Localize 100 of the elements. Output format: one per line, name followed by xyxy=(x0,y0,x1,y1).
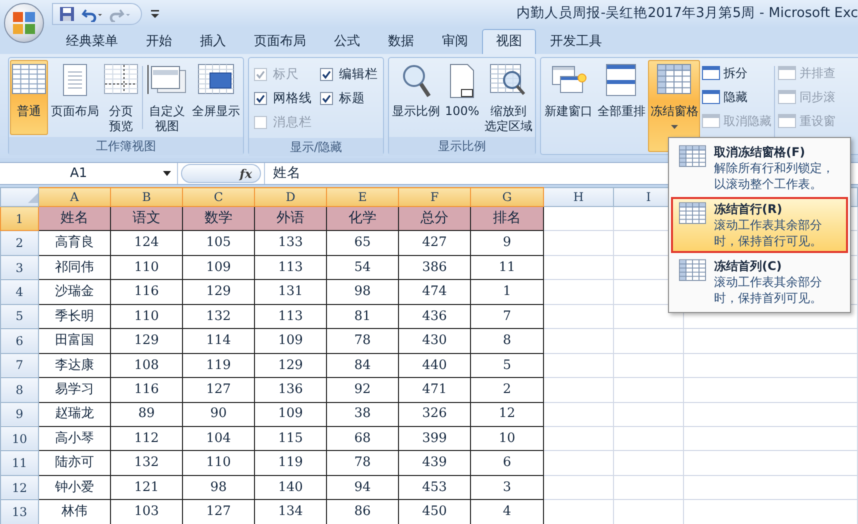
checkbox[interactable]: 标题 xyxy=(320,86,378,110)
pane-icon xyxy=(778,66,796,80)
windows-icon xyxy=(147,64,187,96)
menu-item-description: 滚动工作表其余部分时，保持首行可见。 xyxy=(714,217,823,249)
table-cell: 105 xyxy=(182,230,254,256)
table-cell: 赵瑞龙 xyxy=(38,402,110,426)
table-cell: 54 xyxy=(326,255,398,280)
table-cell: 易学习 xyxy=(38,378,110,402)
row-header[interactable]: 1 xyxy=(0,206,38,231)
ribbon-tab[interactable]: 审阅 xyxy=(428,29,482,54)
row-header[interactable]: 8 xyxy=(0,378,38,402)
ribbon-button[interactable]: 新建窗口 xyxy=(542,60,594,152)
ribbon-tab[interactable]: 视图 xyxy=(482,29,536,54)
row-header[interactable]: 10 xyxy=(0,426,38,451)
row-header[interactable]: 11 xyxy=(0,450,38,476)
table-cell: 数学 xyxy=(182,206,254,231)
pane-icon xyxy=(702,66,720,80)
row-header[interactable]: 6 xyxy=(0,328,38,354)
pane-icon xyxy=(778,90,796,104)
row-header[interactable]: 3 xyxy=(0,255,38,280)
table-cell: 高小琴 xyxy=(38,426,110,451)
table-cell: 386 xyxy=(398,255,470,280)
table-cell: 94 xyxy=(326,475,398,500)
name-box[interactable]: A1 xyxy=(0,163,178,184)
table-cell: 2 xyxy=(470,378,544,402)
row-header[interactable]: 9 xyxy=(0,402,38,426)
dropdown-icon xyxy=(163,171,171,176)
window-title: 内勤人员周报-吴红艳2017年3月第5周 - Microsoft Exc xyxy=(516,4,858,24)
table-cell: 81 xyxy=(326,304,398,329)
menu-item-title: 冻结首列(C) xyxy=(714,258,783,274)
table-cell: 98 xyxy=(326,280,398,304)
table-cell: 高育良 xyxy=(38,230,110,256)
checkbox[interactable]: 编辑栏 xyxy=(320,62,378,86)
row-header[interactable]: 2 xyxy=(0,230,38,256)
ribbon-button[interactable]: 隐藏 xyxy=(701,86,772,108)
panes-icon xyxy=(606,64,636,96)
menu-item[interactable]: 冻结首列(C) 滚动工作表其余部分时，保持首列可见。 xyxy=(671,254,848,310)
screen-icon xyxy=(198,64,234,94)
checkbox[interactable]: 网格线 xyxy=(254,86,312,110)
table-cell: 12 xyxy=(470,402,544,426)
table-cell: 92 xyxy=(326,378,398,402)
pane-icon xyxy=(702,90,720,104)
table-cell: 436 xyxy=(398,304,470,329)
ribbon-button[interactable]: 页面布局 xyxy=(49,60,101,135)
ribbon-tab[interactable]: 数据 xyxy=(374,29,428,54)
ribbon-button[interactable]: 冻结窗格 xyxy=(648,60,700,152)
table-cell: 3 xyxy=(470,475,544,500)
table-cell: 10 xyxy=(470,426,544,451)
table-cell: 98 xyxy=(182,475,254,500)
ribbon-button[interactable]: 普通 xyxy=(10,60,48,135)
ribbon-button[interactable]: 自定义 视图 xyxy=(145,60,189,135)
column-header[interactable]: H xyxy=(544,188,614,206)
table-cell: 110 xyxy=(182,450,254,476)
table-cell: 68 xyxy=(326,426,398,451)
ribbon-button[interactable]: 拆分 xyxy=(701,62,772,84)
ribbon-tab[interactable]: 插入 xyxy=(186,29,240,54)
checkbox-icon xyxy=(254,68,267,80)
save-icon[interactable] xyxy=(59,6,75,22)
ribbon-button[interactable]: 全部重排 xyxy=(595,60,648,152)
row-header[interactable]: 5 xyxy=(0,304,38,329)
menu-item[interactable]: 冻结首行(R) 滚动工作表其余部分时，保持首行可见。 xyxy=(671,197,848,253)
table-cell: 总分 xyxy=(398,206,470,231)
column-header[interactable]: G xyxy=(470,188,544,206)
grid-icon xyxy=(679,258,706,284)
table-cell: 108 xyxy=(110,353,182,378)
table-cell: 38 xyxy=(326,402,398,426)
row-header[interactable]: 7 xyxy=(0,353,38,378)
table-cell: 李达康 xyxy=(38,353,110,378)
insert-function-button[interactable]: fx xyxy=(181,164,261,183)
group-label: 工作簿视图 xyxy=(9,137,243,155)
caret-icon xyxy=(670,125,678,129)
ribbon-tab[interactable]: 开始 xyxy=(132,29,186,54)
ribbon-button[interactable]: 全屏显示 xyxy=(190,60,242,135)
column-header[interactable]: D xyxy=(254,188,326,206)
table-cell: 439 xyxy=(398,450,470,476)
column-header[interactable]: A xyxy=(38,188,110,206)
ribbon-button[interactable]: 分页 预览 xyxy=(102,60,140,135)
table-cell: 133 xyxy=(254,230,326,256)
column-header[interactable]: F xyxy=(398,188,470,206)
table-cell: 季长明 xyxy=(38,304,110,329)
column-header[interactable]: E xyxy=(326,188,398,206)
ribbon-tab[interactable]: 开发工具 xyxy=(536,29,616,54)
table-cell: 129 xyxy=(254,353,326,378)
row-header[interactable]: 12 xyxy=(0,475,38,500)
group-label: 显示/隐藏 xyxy=(249,138,383,156)
ribbon-tab[interactable]: 公式 xyxy=(320,29,374,54)
row-header[interactable]: 13 xyxy=(0,500,38,524)
ribbon-tab[interactable]: 页面布局 xyxy=(240,29,320,54)
column-header[interactable]: B xyxy=(110,188,182,206)
ribbon-button[interactable]: 100% xyxy=(443,60,482,135)
table-cell: 110 xyxy=(110,255,182,280)
ribbon-tab[interactable]: 经典菜单 xyxy=(52,29,132,54)
table-cell: 132 xyxy=(110,450,182,476)
ribbon-button[interactable]: 缩放到 选定区域 xyxy=(482,60,534,135)
ribbon-button[interactable]: 显示比例 xyxy=(390,60,442,135)
row-header[interactable]: 4 xyxy=(0,280,38,304)
table-cell: 7 xyxy=(470,304,544,329)
column-header[interactable]: C xyxy=(182,188,254,206)
customize-icon[interactable] xyxy=(150,8,160,18)
table-cell: 136 xyxy=(254,378,326,402)
